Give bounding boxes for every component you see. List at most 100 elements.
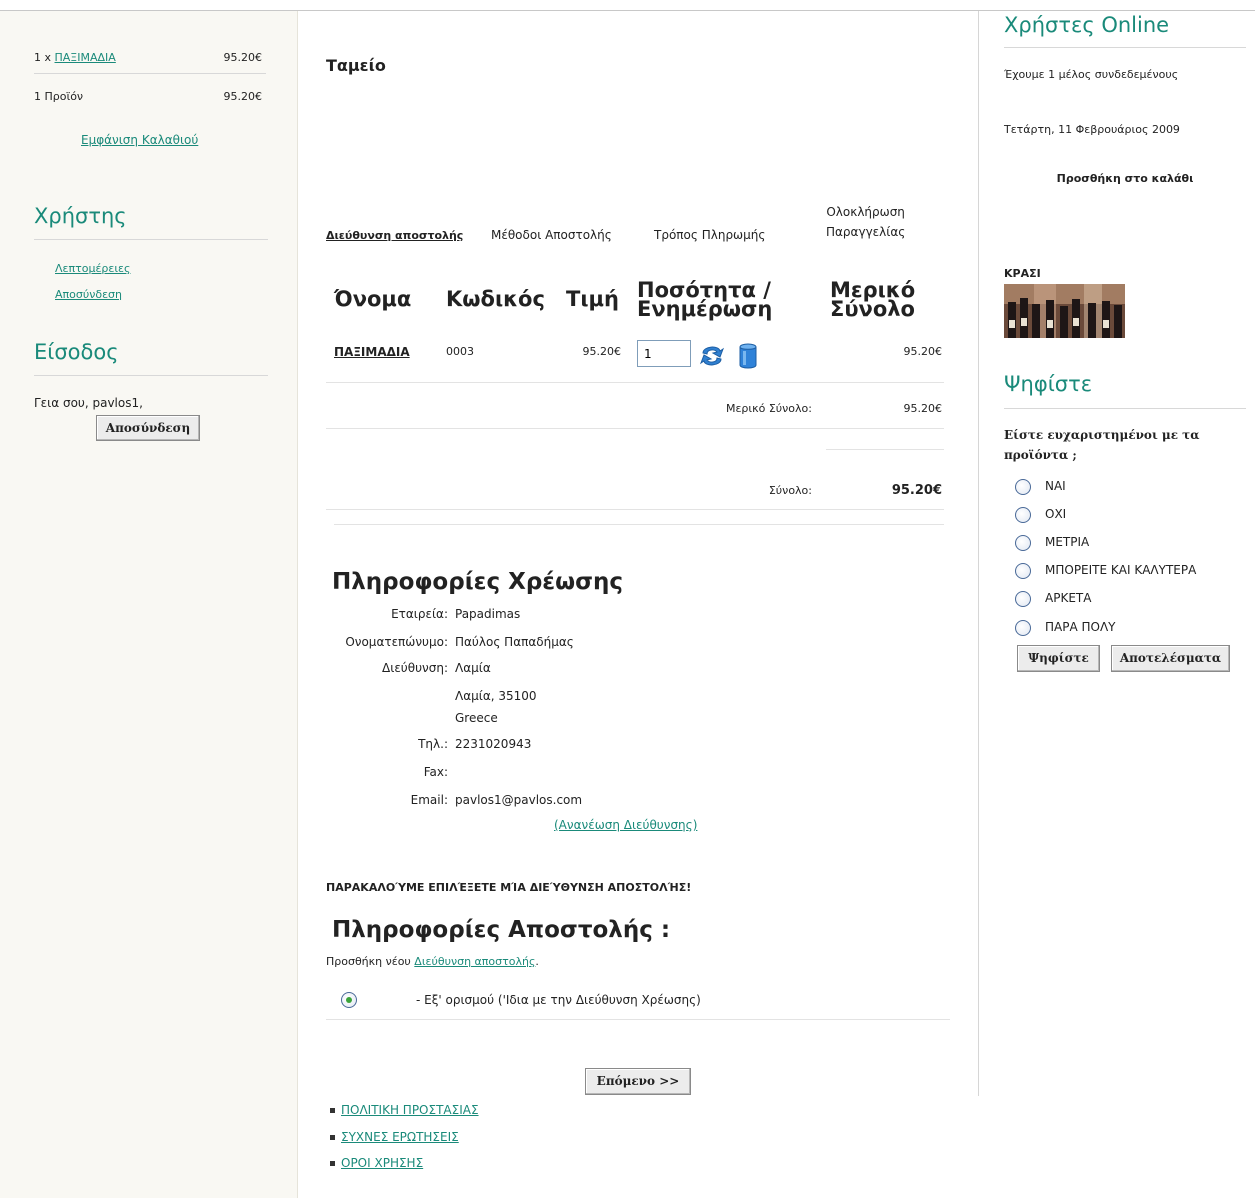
logout-button[interactable]: Αποσύνδεση	[96, 415, 200, 441]
email-value: pavlos1@pavlos.com	[455, 793, 583, 807]
poll-option-radio[interactable]	[1015, 479, 1031, 495]
fullname-label: Ονοματεπώνυμο:	[345, 635, 448, 649]
bullet-icon	[330, 1161, 335, 1166]
footer-item-faq: ΣΥΧΝΕΣ ΕΡΩΤΗΣΕΙΣ	[330, 1130, 459, 1144]
left-sidebar	[0, 11, 298, 1198]
poll-option-label: ΟΧΙ	[1045, 507, 1067, 521]
online-users-title: Χρήστες Online	[1004, 13, 1170, 37]
add-shipping-address-line: Προσθήκη νέου Διεύθυνση αποστολής.	[326, 955, 539, 968]
billing-title: Πληροφορίες Χρέωσης	[332, 569, 624, 595]
poll-option-label: ΠΑΡΑ ΠΟΛΥ	[1045, 620, 1116, 634]
step-shipping-method: Μέθοδοι Αποστολής	[491, 228, 612, 242]
current-date: Τετάρτη, 11 Φεβρουάριος 2009	[1004, 123, 1180, 136]
next-button[interactable]: Επόμενο >>	[585, 1068, 691, 1095]
cart-summary-price: 95.20€	[223, 90, 263, 103]
col-header-qty: Ποσότητα / Ενημέρωση	[637, 280, 773, 321]
privacy-policy-link[interactable]: ΠΟΛΙΤΙΚΗ ΠΡΟΣΤΑΣΙΑΣ	[341, 1103, 479, 1117]
product-name-link[interactable]: ΠΑΞΙΜΑΔΙΑ	[334, 345, 410, 359]
poll-option-label: ΜΕΤΡΙΑ	[1045, 535, 1090, 549]
footer-item-terms: ΟΡΟΙ ΧΡΗΣΗΣ	[330, 1156, 423, 1170]
default-address-radio[interactable]	[341, 992, 357, 1008]
phone-value: 2231020943	[455, 737, 532, 751]
shipping-divider	[326, 1019, 950, 1020]
right-column-divider	[978, 11, 979, 1096]
shipping-title: Πληροφορίες Αποστολής :	[332, 917, 671, 943]
delete-item-icon[interactable]	[737, 343, 759, 370]
address-label: Διεύθυνση:	[382, 661, 448, 675]
cart-summary-row: 1 Προϊόν 95.20€	[34, 90, 262, 103]
footer-item-privacy: ΠΟΛΙΤΙΚΗ ΠΡΟΣΤΑΣΙΑΣ	[330, 1103, 479, 1117]
faq-link[interactable]: ΣΥΧΝΕΣ ΕΡΩΤΗΣΕΙΣ	[341, 1130, 459, 1144]
subtotal-value: 95.20€	[903, 402, 943, 415]
step-complete: Ολοκλήρωση Παραγγελίας	[826, 205, 905, 239]
add-shipping-prefix: Προσθήκη νέου	[326, 955, 411, 968]
table-divider-5	[334, 524, 944, 525]
page-title: Ταμείο	[326, 56, 386, 75]
poll-option-radio[interactable]	[1015, 591, 1031, 607]
wine-product-image[interactable]	[1004, 284, 1125, 338]
poll-title: Ψηφίστε	[1004, 372, 1093, 396]
total-label: Σύνολο:	[768, 484, 812, 497]
poll-option-label: ΜΠΟΡΕΙΤΕ ΚΑΙ ΚΑΛΥΤΕΡΑ	[1045, 563, 1197, 577]
company-label: Εταιρεία:	[391, 607, 448, 621]
vote-button[interactable]: Ψηφίστε	[1017, 645, 1100, 672]
phone-label: Τηλ.:	[418, 737, 448, 751]
online-users-text: Έχουμε 1 μέλος συνδεδεμένους	[1004, 68, 1179, 81]
quantity-input[interactable]	[637, 340, 691, 367]
subtotal-label: Μερικό Σύνολο:	[726, 402, 812, 415]
view-cart-link[interactable]: Εμφάνιση Καλαθιού	[81, 133, 198, 147]
col-header-price: Τιμή	[566, 287, 619, 311]
product-code: 0003	[446, 345, 474, 358]
fax-label: Fax:	[423, 765, 448, 779]
poll-option-radio[interactable]	[1015, 620, 1031, 636]
bullet-icon	[330, 1108, 335, 1113]
col-header-code: Κωδικός	[446, 287, 545, 311]
step-complete-line1: Ολοκλήρωση	[826, 205, 905, 219]
online-divider	[1004, 47, 1246, 48]
col-header-qty-line2: Ενημέρωση	[637, 297, 773, 321]
table-divider-3	[826, 449, 944, 450]
default-address-label: - Εξ' ορισμού ('Ιδια με την Διεύθυνση Χρ…	[416, 993, 701, 1007]
cart-item-qty: 1 x	[34, 51, 52, 64]
cart-item-link[interactable]: ΠΑΞΙΜΑΔΙΑ	[55, 51, 116, 64]
poll-option-radio[interactable]	[1015, 507, 1031, 523]
col-header-subtotal: Μερικό Σύνολο	[830, 280, 915, 321]
login-greeting: Γεια σου, pavlos1,	[34, 396, 143, 410]
poll-question-line2: προϊόντα ;	[1004, 448, 1077, 462]
update-quantity-icon[interactable]	[699, 341, 725, 371]
table-divider-4	[326, 509, 944, 510]
login-section-title: Είσοδος	[34, 340, 119, 364]
product-price: 95.20€	[582, 345, 622, 358]
bullet-icon	[330, 1135, 335, 1140]
terms-link[interactable]: ΟΡΟΙ ΧΡΗΣΗΣ	[341, 1156, 423, 1170]
col-header-subtotal-line2: Σύνολο	[830, 297, 915, 321]
address-line1: Λαμία	[455, 661, 491, 675]
user-details-link[interactable]: Λεπτομέρειες	[55, 262, 130, 275]
email-label: Email:	[410, 793, 448, 807]
shipping-notice: ΠΑΡΑΚΑΛΟΎΜΕ ΕΠΙΛΈΞΕΤΕ ΜΊΑ ΔΙΕΎΘΥΝΣΗ ΑΠΟΣ…	[326, 881, 692, 894]
step-complete-line2: Παραγγελίας	[826, 225, 906, 239]
product-subtotal: 95.20€	[903, 345, 943, 358]
col-header-name: Όνομα	[334, 287, 412, 311]
poll-option-radio[interactable]	[1015, 535, 1031, 551]
step-payment: Τρόπος Πληρωμής	[654, 228, 766, 242]
address-country: Greece	[455, 711, 498, 725]
add-shipping-address-link[interactable]: Διεύθυνση αποστολής	[414, 955, 535, 968]
results-button[interactable]: Αποτελέσματα	[1111, 645, 1230, 672]
cart-item-price: 95.20€	[223, 51, 263, 64]
poll-question: Είστε ευχαριστημένοι με τα προϊόντα ;	[1004, 428, 1200, 462]
user-logout-link[interactable]: Αποσύνδεση	[55, 288, 122, 301]
login-section-divider	[34, 375, 268, 376]
cart-item-row: 1 x ΠΑΞΙΜΑΔΙΑ 95.20€	[34, 51, 262, 64]
table-divider-1	[326, 382, 944, 383]
company-value: Papadimas	[455, 607, 521, 621]
address-line2: Λαμία, 35100	[455, 689, 537, 703]
user-section-title: Χρήστης	[34, 204, 127, 228]
poll-option-label: ΑΡΚΕΤΑ	[1045, 591, 1092, 605]
poll-option-radio[interactable]	[1015, 563, 1031, 579]
total-value: 95.20€	[891, 483, 942, 498]
update-address-link[interactable]: (Ανανέωση Διεύθυνσης)	[554, 818, 697, 832]
cart-summary-label: 1 Προϊόν	[34, 90, 84, 103]
product-category-label: ΚΡΑΣΙ	[1004, 267, 1041, 280]
step-shipping-address[interactable]: Διεύθυνση αποστολής	[326, 229, 463, 242]
